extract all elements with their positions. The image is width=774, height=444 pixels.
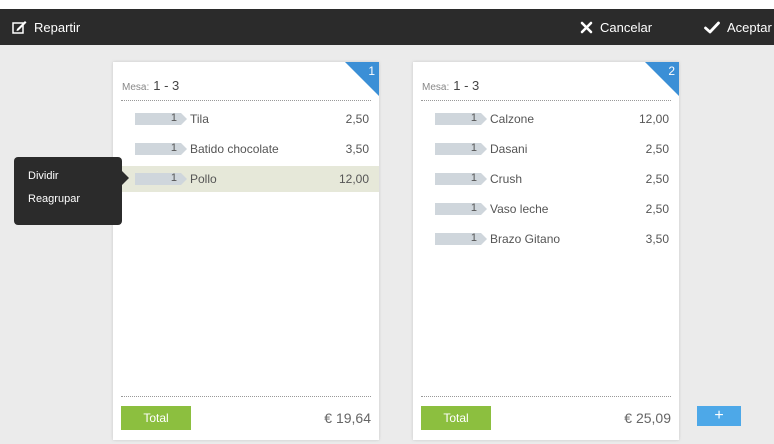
line-name: Batido chocolate (190, 142, 279, 156)
context-menu: Dividir Reagrupar (14, 157, 129, 225)
table-info: Mesa: 1 - 3 (422, 78, 479, 93)
ticket-card-1: 1 Mesa: 1 - 3 1 Tila 2,50 1 Batido chocol… (113, 62, 379, 440)
order-line[interactable]: 1 Vaso leche 2,50 (413, 196, 679, 222)
line-quantity: 1 (170, 142, 177, 154)
line-price: 3,50 (345, 142, 369, 156)
cancel-label: Cancelar (600, 19, 653, 35)
line-price: 3,50 (645, 232, 669, 246)
edit-icon (12, 20, 27, 34)
line-quantity: 1 (170, 112, 177, 124)
menu-item-regroup[interactable]: Reagrupar (28, 193, 80, 205)
order-line[interactable]: 1 Brazo Gitano 3,50 (413, 226, 679, 252)
order-line[interactable]: 1 Batido chocolate 3,50 (113, 136, 379, 162)
quantity-tag: 1 (435, 172, 487, 185)
table-value: 1 - 3 (453, 78, 480, 93)
divider (121, 100, 371, 101)
divider (421, 100, 671, 101)
line-price: 2,50 (345, 112, 369, 126)
close-icon (580, 21, 593, 34)
line-price: 12,00 (338, 172, 369, 186)
quantity-tag: 1 (135, 112, 187, 125)
total-amount: € 25,09 (624, 410, 671, 426)
order-line[interactable]: 1 Tila 2,50 (113, 106, 379, 132)
order-line[interactable]: 1 Dasani 2,50 (413, 136, 679, 162)
line-price: 12,00 (638, 112, 669, 126)
line-quantity: 1 (470, 142, 477, 154)
table-label: Mesa: (122, 82, 150, 93)
cancel-button[interactable]: Cancelar (580, 9, 652, 45)
total-button[interactable]: Total (421, 406, 491, 430)
line-quantity: 1 (470, 172, 477, 184)
table-info: Mesa: 1 - 3 (122, 78, 179, 93)
add-ticket-button[interactable]: + (697, 406, 741, 426)
line-quantity: 1 (470, 112, 477, 124)
accept-button[interactable]: Aceptar (704, 9, 772, 45)
divider (121, 396, 371, 397)
line-name: Dasani (490, 142, 528, 156)
quantity-tag: 1 (435, 202, 487, 215)
total-button[interactable]: Total (121, 406, 191, 430)
line-price: 2,50 (645, 142, 669, 156)
table-label: Mesa: (422, 82, 450, 93)
order-line[interactable]: 1 Crush 2,50 (413, 166, 679, 192)
split-button[interactable]: Repartir (12, 9, 80, 45)
quantity-tag: 1 (435, 142, 487, 155)
ticket-number: 1 (368, 64, 375, 78)
ticket-number: 2 (668, 64, 675, 78)
order-line-selected[interactable]: 1 Pollo 12,00 (113, 166, 379, 192)
table-value: 1 - 3 (153, 78, 180, 93)
menu-item-divide[interactable]: Dividir (28, 170, 59, 182)
split-label: Repartir (34, 19, 81, 35)
line-name: Tila (190, 112, 209, 126)
divider (421, 396, 671, 397)
line-price: 2,50 (645, 202, 669, 216)
quantity-tag: 1 (435, 112, 487, 125)
quantity-tag: 1 (135, 172, 187, 185)
accept-label: Aceptar (727, 19, 772, 35)
quantity-tag: 1 (135, 142, 187, 155)
line-quantity: 1 (470, 232, 477, 244)
line-quantity: 1 (170, 172, 177, 184)
line-price: 2,50 (645, 172, 669, 186)
line-name: Vaso leche (490, 202, 549, 216)
total-amount: € 19,64 (324, 410, 371, 426)
quantity-tag: 1 (435, 232, 487, 245)
toolbar: Repartir Cancelar Aceptar (0, 9, 774, 45)
line-name: Pollo (190, 172, 217, 186)
line-name: Brazo Gitano (490, 232, 561, 246)
order-line[interactable]: 1 Calzone 12,00 (413, 106, 679, 132)
ticket-card-2: 2 Mesa: 1 - 3 1 Calzone 12,00 1 Dasani 2,… (413, 62, 679, 440)
line-name: Crush (490, 172, 523, 186)
top-frame (0, 0, 774, 9)
check-icon (704, 21, 720, 34)
line-name: Calzone (490, 112, 535, 126)
line-quantity: 1 (470, 202, 477, 214)
